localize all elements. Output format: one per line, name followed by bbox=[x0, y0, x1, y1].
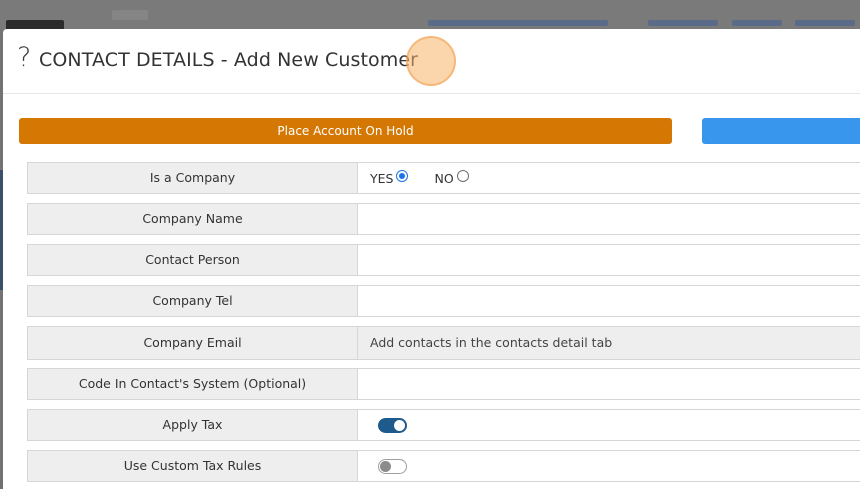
form-row-is-company: Is a Company YES NO bbox=[27, 162, 860, 194]
company-tel-value bbox=[358, 286, 860, 316]
toggle-knob bbox=[380, 461, 391, 472]
company-email-note: Add contacts in the contacts detail tab bbox=[370, 335, 613, 350]
form-row-company-tel: Company Tel bbox=[27, 285, 860, 317]
add-customer-modal: ? CONTACT DETAILS - Add New Customer Pla… bbox=[3, 29, 860, 489]
company-tel-label: Company Tel bbox=[28, 286, 358, 316]
radio-option-yes[interactable]: YES bbox=[370, 169, 409, 186]
form-row-company-email: Company Email Add contacts in the contac… bbox=[27, 326, 860, 360]
is-company-value: YES NO bbox=[358, 163, 860, 193]
radio-yes[interactable] bbox=[396, 169, 409, 182]
apply-tax-label: Apply Tax bbox=[28, 410, 358, 440]
company-name-label: Company Name bbox=[28, 204, 358, 234]
form-row-contact-code: Code In Contact's System (Optional) bbox=[27, 368, 860, 400]
form-row-custom-tax-rules: Use Custom Tax Rules bbox=[27, 450, 860, 482]
radio-no[interactable] bbox=[456, 169, 469, 182]
help-icon[interactable]: ? bbox=[17, 42, 31, 74]
contact-code-input[interactable] bbox=[358, 369, 860, 399]
modal-title: CONTACT DETAILS - Add New Customer bbox=[39, 49, 419, 71]
apply-tax-toggle[interactable] bbox=[378, 418, 407, 433]
apply-tax-value bbox=[358, 410, 860, 440]
place-account-on-hold-button[interactable]: Place Account On Hold bbox=[19, 118, 672, 144]
company-email-label: Company Email bbox=[28, 327, 358, 359]
contact-code-value bbox=[358, 369, 860, 399]
is-company-radio-group: YES NO bbox=[370, 163, 495, 193]
contact-person-value bbox=[358, 245, 860, 275]
background-link bbox=[648, 20, 718, 26]
background-link bbox=[428, 20, 608, 26]
company-name-input[interactable] bbox=[358, 204, 860, 234]
secondary-action-button[interactable] bbox=[702, 118, 860, 144]
custom-tax-rules-value bbox=[358, 451, 860, 481]
contact-person-label: Contact Person bbox=[28, 245, 358, 275]
radio-label-no: NO bbox=[434, 170, 454, 186]
company-name-value bbox=[358, 204, 860, 234]
form-row-contact-person: Contact Person bbox=[27, 244, 860, 276]
company-tel-input[interactable] bbox=[358, 286, 860, 316]
toggle-knob bbox=[394, 420, 405, 431]
custom-tax-rules-toggle[interactable] bbox=[378, 459, 407, 474]
custom-tax-rules-label: Use Custom Tax Rules bbox=[28, 451, 358, 481]
form-row-apply-tax: Apply Tax bbox=[27, 409, 860, 441]
radio-label-yes: YES bbox=[370, 170, 394, 186]
form-row-company-name: Company Name bbox=[27, 203, 860, 235]
is-company-label: Is a Company bbox=[28, 163, 358, 193]
background-link bbox=[732, 20, 782, 26]
contact-code-label: Code In Contact's System (Optional) bbox=[28, 369, 358, 399]
company-email-value: Add contacts in the contacts detail tab bbox=[358, 327, 860, 359]
contact-person-input[interactable] bbox=[358, 245, 860, 275]
background-link bbox=[795, 20, 855, 26]
click-indicator bbox=[406, 36, 456, 86]
radio-option-no[interactable]: NO bbox=[434, 169, 469, 186]
background-tab bbox=[112, 10, 148, 20]
